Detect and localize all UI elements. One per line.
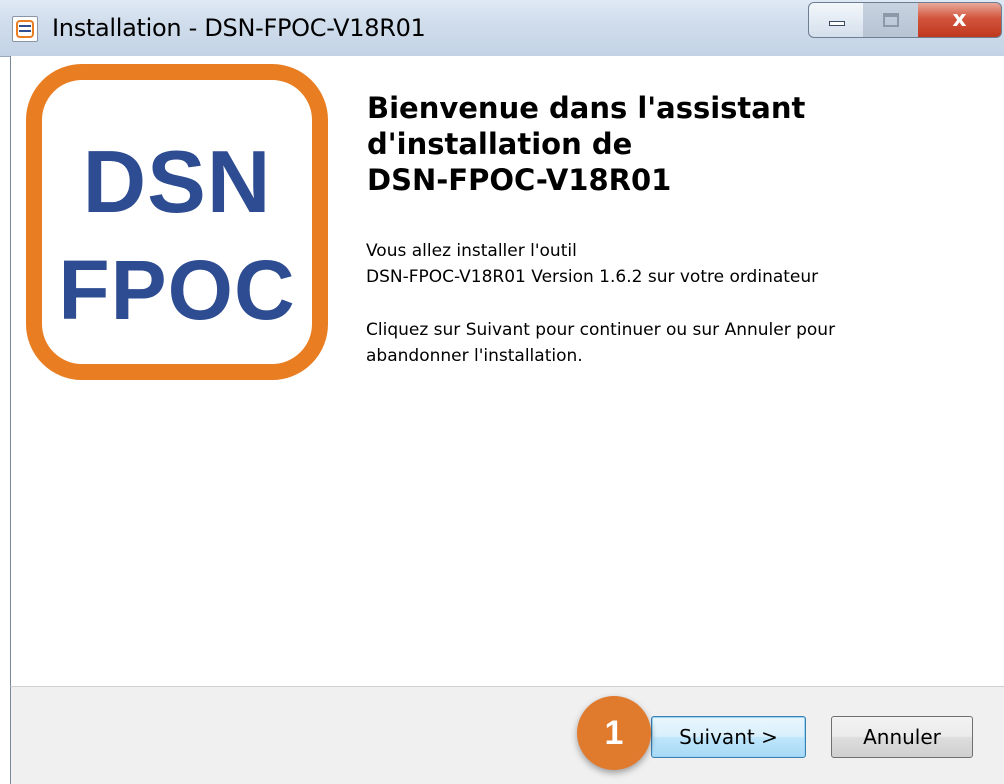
step-number-badge: 1 xyxy=(577,696,651,770)
description-line: DSN-FPOC-V18R01 Version 1.6.2 sur votre … xyxy=(366,267,819,287)
product-logo: DSN FPOC xyxy=(26,64,328,380)
heading-line: d'installation de xyxy=(367,127,633,161)
maximize-button xyxy=(863,2,919,38)
close-button[interactable]: x xyxy=(918,2,1002,38)
welcome-heading: Bienvenue dans l'assistant d'installatio… xyxy=(367,90,927,198)
next-button[interactable]: Suivant > xyxy=(651,716,806,758)
instruction-line: Cliquez sur Suivant pour continuer ou su… xyxy=(366,320,836,340)
instruction-text: Cliquez sur Suivant pour continuer ou su… xyxy=(366,317,966,369)
minimize-button[interactable] xyxy=(808,2,864,38)
instruction-line: abandonner l'installation. xyxy=(366,346,583,366)
description-line: Vous allez installer l'outil xyxy=(366,241,577,261)
maximize-icon xyxy=(883,13,899,27)
minimize-icon xyxy=(829,21,845,26)
install-description: Vous allez installer l'outil DSN-FPOC-V1… xyxy=(366,238,966,290)
heading-line: DSN-FPOC-V18R01 xyxy=(367,163,672,197)
heading-line: Bienvenue dans l'assistant xyxy=(367,91,806,125)
logo-text-line1: DSN xyxy=(82,132,272,231)
app-icon[interactable] xyxy=(12,16,38,42)
cancel-button[interactable]: Annuler xyxy=(831,716,973,758)
window-title: Installation - DSN-FPOC-V18R01 xyxy=(52,14,426,42)
title-bar: Installation - DSN-FPOC-V18R01 x xyxy=(0,0,1004,57)
logo-text-line2: FPOC xyxy=(58,243,296,337)
close-icon: x xyxy=(952,7,967,32)
